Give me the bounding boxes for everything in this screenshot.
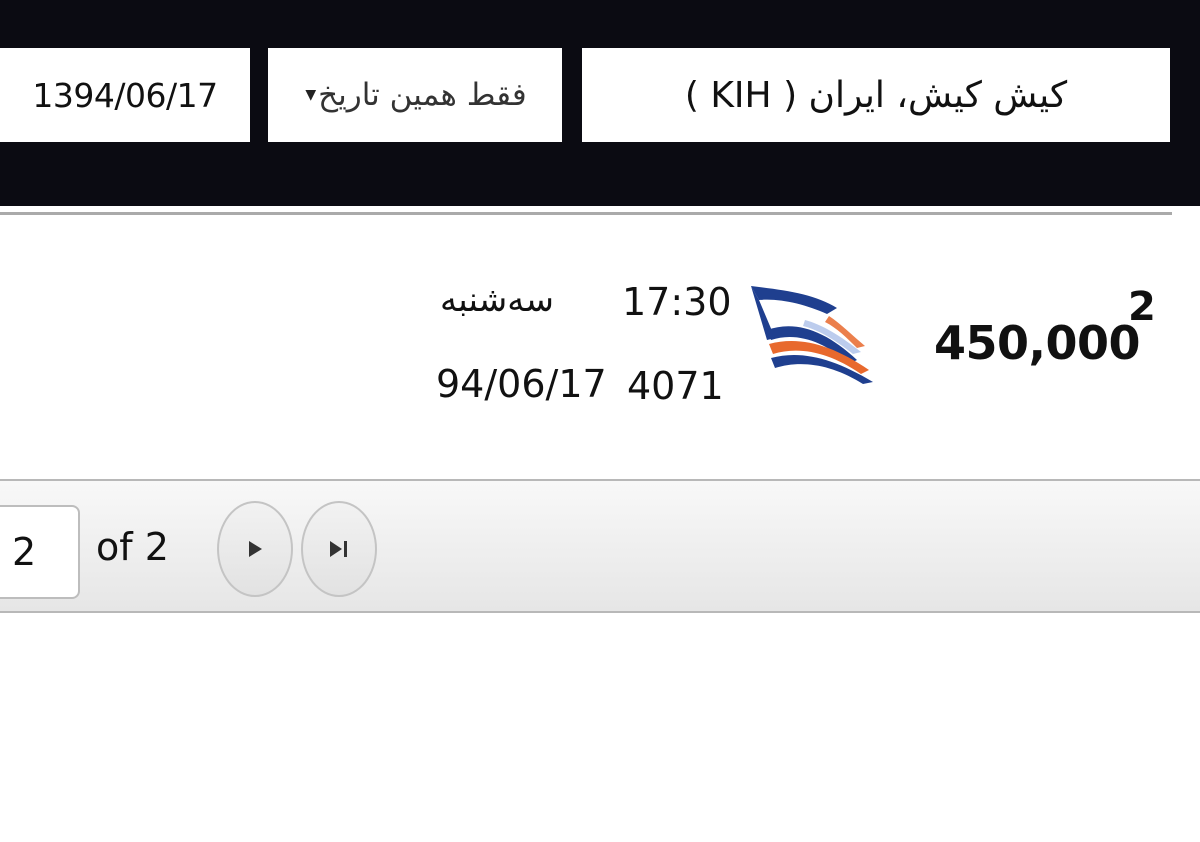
page-of-label: of 2 — [96, 525, 169, 569]
price: 450,000 — [934, 316, 1141, 370]
airline-flag-logo — [751, 286, 873, 384]
skip-to-end-icon — [330, 541, 347, 557]
pager-bar: of 2 — [0, 479, 1200, 613]
date-mode-select[interactable]: ▼ فقط همین تاریخ — [268, 48, 562, 142]
page-number-input[interactable] — [0, 505, 80, 599]
flight-date: 94/06/17 — [436, 362, 607, 406]
divider — [0, 212, 1172, 215]
next-page-button[interactable] — [217, 501, 293, 597]
play-icon — [249, 541, 262, 557]
flight-result-row[interactable]: 2 450,000 17:30 4071 سه‌شنبه 94/06/17 — [0, 222, 1200, 478]
search-bar: 1394/06/17 ▼ فقط همین تاریخ کیش کیش، ایر… — [0, 0, 1200, 206]
departure-time: 17:30 — [622, 280, 732, 324]
caret-down-icon: ▼ — [305, 87, 317, 103]
date-mode-value: فقط همین تاریخ — [318, 77, 527, 113]
origin-field[interactable]: کیش کیش، ایران ( KIH ) — [582, 48, 1170, 142]
date-field[interactable]: 1394/06/17 — [0, 48, 250, 142]
flight-number: 4071 — [627, 364, 724, 408]
weekday: سه‌شنبه — [440, 280, 554, 320]
date-value: 1394/06/17 — [32, 75, 218, 115]
last-page-button[interactable] — [301, 501, 377, 597]
origin-value: کیش کیش، ایران ( KIH ) — [684, 74, 1068, 116]
